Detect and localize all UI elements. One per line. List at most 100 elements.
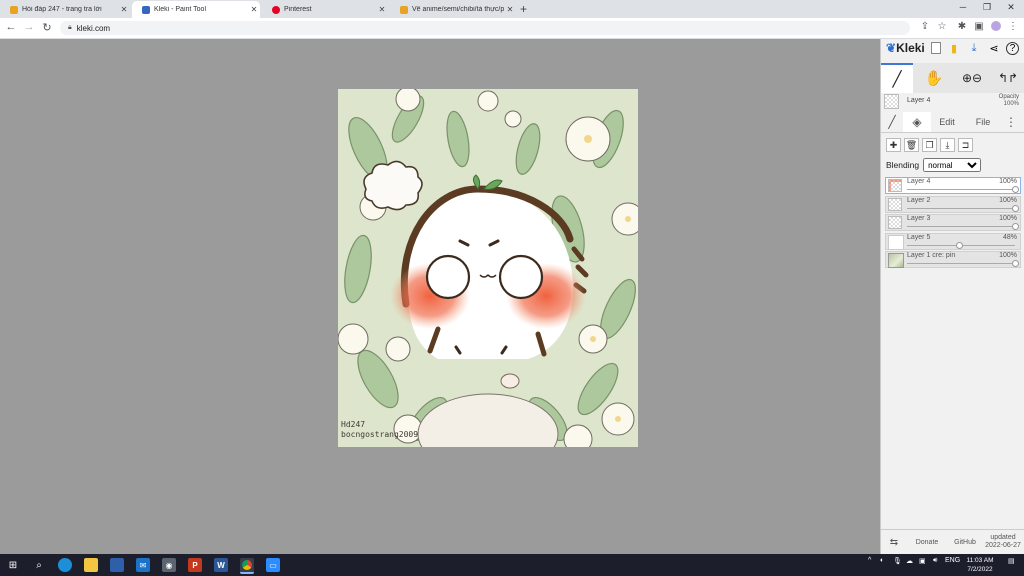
hoidap-favicon-icon (400, 5, 408, 14)
rename-layer-icon[interactable]: ⊐ (958, 138, 973, 152)
layer-row[interactable]: Layer 2 100% (885, 195, 1021, 213)
help-icon[interactable]: ? (1006, 42, 1019, 55)
close-tab-icon[interactable]: ✕ (118, 5, 130, 14)
share-icon[interactable]: ⋖ (987, 42, 1001, 56)
layer-opacity-slider[interactable] (907, 260, 1019, 267)
browser-tab-active[interactable]: Kleki - Paint Tool ✕ (132, 1, 260, 18)
close-tab-icon[interactable]: ✕ (376, 5, 388, 14)
hand-tool[interactable]: ✋ (918, 63, 950, 93)
layer-name: Layer 3 (907, 215, 931, 222)
swap-icon[interactable]: ⇆ (881, 537, 907, 548)
slider-knob[interactable] (1012, 204, 1019, 212)
layer-row[interactable]: Layer 3 100% (885, 214, 1021, 231)
layer-thumbnail (888, 179, 902, 192)
slider-knob[interactable] (1012, 260, 1019, 267)
browser-tab[interactable]: Pinterest ✕ (262, 1, 388, 18)
slider-knob[interactable] (955, 241, 963, 249)
layer-opacity: 100% (999, 178, 1017, 185)
more-menu-icon[interactable]: ⋮ (1001, 112, 1021, 132)
add-layer-icon[interactable]: ✚ (886, 138, 901, 152)
taskbar: ⊞ ⌕ ✉ ◉ P W ▭ ^ ◐ 🎙︎ ☁ ▣ 🔊︎ ENG 11:03 AM… (0, 554, 1024, 576)
layer-thumbnail (888, 234, 904, 250)
slider-knob[interactable] (1012, 186, 1019, 193)
browser-tab-bar: Hỏi đáp 247 - trang tra lời ✕ Kleki - Pa… (0, 0, 1024, 18)
start-windows-icon[interactable]: ⊞ (6, 558, 20, 572)
kleki-favicon-icon (142, 5, 150, 14)
mail-icon[interactable]: ✉ (136, 558, 150, 572)
tab-brush[interactable]: ╱ (881, 112, 903, 132)
browser-menu-icon[interactable]: ⋮ (1006, 21, 1020, 32)
store-icon[interactable] (110, 558, 124, 572)
word-icon[interactable]: W (214, 558, 228, 572)
antivirus-icon[interactable]: ▣ (919, 557, 926, 565)
reload-icon[interactable]: ↻ (40, 21, 54, 34)
tab-edit[interactable]: Edit (931, 112, 963, 132)
search-icon[interactable]: ⌕ (32, 558, 46, 572)
file-explorer-icon[interactable] (84, 558, 98, 572)
slider-knob[interactable] (1012, 223, 1019, 230)
tray-chevron-icon[interactable]: ^ (868, 557, 871, 564)
clock[interactable]: 11:03 AM 7/2/2022 (958, 556, 1002, 574)
powerpoint-icon[interactable]: P (188, 558, 202, 572)
side-panel-icon[interactable]: ▣ (972, 21, 986, 32)
tool-row: ╱ ✋ ⊕ ⊖ ↰ ↱ (881, 63, 1024, 93)
layer-row[interactable]: Layer 5 48% (885, 232, 1021, 250)
bookmark-star-icon[interactable]: ☆ (935, 21, 949, 32)
microphone-icon[interactable]: 🎙︎ (893, 557, 902, 565)
edge-icon[interactable] (58, 558, 72, 572)
layer-opacity-slider[interactable] (907, 241, 1015, 249)
delete-layer-icon[interactable]: 🗑︎ (904, 138, 919, 152)
layer-row[interactable]: Layer 4 100% (885, 177, 1021, 194)
brush-tool[interactable]: ╱ (881, 63, 913, 93)
tab-file[interactable]: File (969, 112, 997, 132)
minimize-icon[interactable]: ─ (952, 2, 974, 12)
updated-label: updated (990, 534, 1016, 541)
browser-tab[interactable]: Hỏi đáp 247 - trang tra lời ✕ (0, 1, 130, 18)
open-folder-icon[interactable]: ▮ (947, 42, 961, 56)
layer-row[interactable]: Layer 1 cre: pin 100% (885, 251, 1021, 268)
forward-icon[interactable]: → (22, 21, 36, 33)
onedrive-icon[interactable]: ☁ (906, 557, 913, 565)
layer-name: Layer 5 (907, 233, 931, 241)
duplicate-layer-icon[interactable]: ❐ (922, 138, 937, 152)
zoom-app-icon[interactable]: ▭ (266, 558, 280, 572)
network-icon[interactable]: ◐ (880, 557, 884, 564)
volume-icon[interactable]: 🔊︎ (933, 557, 937, 565)
back-icon[interactable]: ← (4, 21, 18, 33)
new-image-icon[interactable] (929, 42, 943, 56)
artwork-illustration (338, 89, 638, 447)
redo-icon[interactable]: ↱ (1008, 71, 1018, 85)
undo-icon[interactable]: ↰ (998, 71, 1008, 85)
layer-opacity-slider[interactable] (907, 186, 1019, 193)
restore-icon[interactable]: ❐ (976, 2, 998, 13)
opacity-readout[interactable]: Opacity 100% (999, 94, 1019, 108)
chrome-icon[interactable] (240, 558, 254, 574)
address-bar: ← → ↻ 🔒︎ kleki.com ⇪ ☆ ✱ ▣ ⋮ (0, 18, 1024, 39)
kleki-logo: ❦Kleki (886, 41, 925, 55)
extensions-icon[interactable]: ✱ (955, 21, 969, 32)
notification-icon[interactable]: ▤ (1008, 557, 1015, 565)
download-icon[interactable]: ⤓ (967, 42, 981, 56)
layer-opacity-slider[interactable] (907, 204, 1019, 212)
browser-tab[interactable]: Vẽ anime/semi/chibi/tả thực/ph... ✕ (390, 1, 516, 18)
github-link[interactable]: GitHub (947, 539, 983, 546)
close-tab-icon[interactable]: ✕ (248, 5, 260, 14)
camera-icon[interactable]: ◉ (162, 558, 176, 572)
url-field[interactable]: 🔒︎ kleki.com (60, 21, 910, 35)
merge-down-icon[interactable]: ⤓ (940, 138, 955, 152)
blending-select[interactable]: normal (923, 158, 982, 172)
zoom-tool[interactable]: ⊕ ⊖ (955, 63, 989, 93)
lock-icon: 🔒︎ (68, 24, 72, 31)
tab-layers[interactable]: ◈ (903, 112, 931, 132)
layer-thumbnail (888, 253, 904, 268)
close-tab-icon[interactable]: ✕ (504, 5, 516, 14)
share-icon[interactable]: ⇪ (918, 21, 932, 32)
close-window-icon[interactable]: ✕ (1000, 2, 1022, 13)
opacity-label: Opacity (998, 94, 1019, 100)
new-tab-icon[interactable]: + (520, 2, 527, 16)
profile-avatar-icon[interactable] (989, 21, 1003, 34)
donate-link[interactable]: Donate (907, 539, 947, 546)
drawing-canvas[interactable]: Hd247 bocngostrang2009 (338, 89, 638, 447)
layer-opacity-slider[interactable] (907, 223, 1019, 230)
undo-redo-tool[interactable]: ↰ ↱ (991, 63, 1024, 93)
